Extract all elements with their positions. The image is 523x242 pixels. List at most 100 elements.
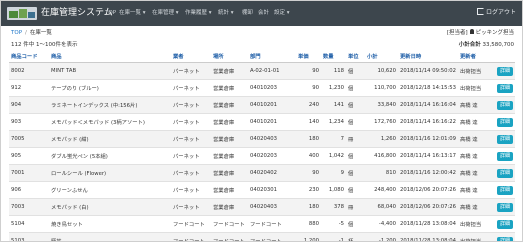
detail-button[interactable]: 詳細 (497, 66, 514, 76)
nav-stocktaking[interactable]: 棚卸 (242, 9, 253, 18)
cell-product: メモパッド＜メモパッド (3柄アソート) (49, 113, 171, 131)
app-title[interactable]: 在庫管理システム (41, 7, 113, 20)
cell-qty: 118 (321, 62, 346, 80)
nav-accounting[interactable]: 会計 (258, 9, 269, 18)
cell-place: 営業倉庫 (211, 62, 248, 80)
cell-dept: 04020403 (248, 198, 296, 216)
cell-vendor: パーネット (171, 96, 211, 114)
cell-price: 180 (296, 130, 321, 148)
cell-updated: 2018/11/14 16:16:22 (398, 113, 458, 131)
cell-product: 豚丼 (49, 232, 171, 241)
detail-button[interactable]: 詳細 (497, 185, 514, 195)
cell-code: 905 (9, 147, 49, 165)
col-header-unit[interactable]: 単位 (346, 50, 365, 63)
col-header-action (495, 50, 515, 63)
cell-updated: 2018/11/28 13:08:04 (398, 215, 458, 233)
cell-dept: 04020203 (248, 147, 296, 165)
detail-button[interactable]: 詳細 (497, 100, 514, 110)
detail-button[interactable]: 詳細 (497, 168, 514, 178)
cell-updated: 2018/11/28 13:08:04 (398, 232, 458, 241)
cell-qty: 1,080 (321, 181, 346, 199)
table-row: 7003 メモパッド (白) パーネット 営業倉庫 04020403 180 378 冊 68,… (9, 198, 515, 216)
cell-price: 90 (296, 62, 321, 80)
nav-top[interactable]: TOP (105, 9, 116, 18)
detail-button[interactable]: 詳細 (497, 202, 514, 212)
nav-inventory-management[interactable]: 在庫管理 ▾ (152, 9, 179, 18)
person-icon (469, 29, 474, 34)
cell-product: ロールシール (Flower) (49, 164, 171, 182)
table-row: 912 テープのり (ブルー) パーネット 営業倉庫 04010203 90 1,230 個 1… (9, 79, 515, 97)
cell-product: メモパッド (紺) (49, 130, 171, 148)
subtotal-label: 小計合計 (458, 42, 481, 48)
cell-place: 営業倉庫 (211, 96, 248, 114)
assignee-indicator: [担当者] ピッキング担当 (447, 29, 514, 37)
col-header-qty[interactable]: 数量 (321, 50, 346, 63)
detail-button[interactable]: 詳細 (497, 236, 514, 241)
cell-unit: 個 (346, 181, 365, 199)
cell-updater: 高橋 達 (458, 198, 495, 216)
detail-button[interactable]: 詳細 (497, 219, 514, 229)
cell-product: ダブル蛍光ペン (5本組) (49, 147, 171, 165)
cell-place: フードコート (211, 232, 248, 241)
breadcrumb-current: 在庫一覧 (29, 30, 52, 36)
detail-button[interactable]: 詳細 (497, 151, 514, 161)
assignee-name: ピッキング担当 (475, 30, 514, 36)
cell-updater: 出荷担当 (458, 62, 495, 80)
cell-dept: フードコート (248, 215, 296, 233)
cell-qty: 1,042 (321, 147, 346, 165)
table-row: 7001 ロールシール (Flower) パーネット 営業倉庫 04020402 90 9 個… (9, 164, 515, 182)
cell-updater: 出荷担当 (458, 215, 495, 233)
cell-unit: 冊 (346, 198, 365, 216)
cell-unit: 個 (346, 113, 365, 131)
col-header-vendor[interactable]: 業者 (171, 50, 211, 63)
cell-code: 904 (9, 96, 49, 114)
nav-inventory-list[interactable]: 在庫一覧 ▾ (119, 9, 146, 18)
cell-unit: 杯 (346, 232, 365, 241)
cell-price: 230 (296, 181, 321, 199)
col-header-price[interactable]: 単価 (296, 50, 321, 63)
cell-action: 詳細 (495, 96, 515, 114)
nav-work-history[interactable]: 作業履歴 ▾ (185, 9, 212, 18)
logout-button[interactable]: ログアウト (476, 7, 516, 18)
table-row: 905 ダブル蛍光ペン (5本組) パーネット 営業倉庫 04020203 400 1,04… (9, 147, 515, 165)
cell-vendor: フードコート (171, 232, 211, 241)
detail-button[interactable]: 詳細 (497, 134, 514, 144)
cell-vendor: パーネット (171, 79, 211, 97)
app-frame: 在庫管理システム TOP 在庫一覧 ▾ 在庫管理 ▾ 作業履歴 ▾ 統計 ▾ 棚… (0, 0, 523, 242)
cell-product: メモパッド (白) (49, 198, 171, 216)
cell-subtotal: 10,620 (365, 62, 398, 80)
nav-statistics[interactable]: 統計 ▾ (218, 9, 234, 18)
col-header-product[interactable]: 商品 (49, 50, 171, 63)
app-logo-icon[interactable] (7, 7, 37, 20)
cell-price: 90 (296, 164, 321, 182)
cell-unit: 個 (346, 164, 365, 182)
detail-button[interactable]: 詳細 (497, 83, 514, 93)
cell-vendor: パーネット (171, 147, 211, 165)
result-summary: 112 件中 1～100件を表示 (11, 42, 78, 48)
col-header-subtotal[interactable]: 小計 (365, 50, 398, 63)
cell-action: 詳細 (495, 130, 515, 148)
col-header-updated[interactable]: 更新日時 (398, 50, 458, 63)
cell-unit: 冊 (346, 130, 365, 148)
cell-product: ラミネートインデックス (中:156片) (49, 96, 171, 114)
table-row: 8002 MINT TAB パーネット 営業倉庫 A-02-01-01 90 118 個 10,… (9, 62, 515, 80)
logout-icon (476, 8, 484, 15)
breadcrumb-top-link[interactable]: TOP (11, 30, 22, 36)
detail-button[interactable]: 詳細 (497, 117, 514, 127)
cell-dept: 04020403 (248, 130, 296, 148)
table-header-row: 商品コード 商品 業者 場所 部門 単価 数量 単位 小計 更新日時 更新者 (9, 50, 515, 63)
cell-dept: 04020301 (248, 181, 296, 199)
cell-vendor: パーネット (171, 130, 211, 148)
cell-action: 詳細 (495, 113, 515, 131)
cell-price: 240 (296, 96, 321, 114)
cell-place: 営業倉庫 (211, 147, 248, 165)
cell-updated: 2018/11/14 16:16:04 (398, 96, 458, 114)
col-header-place[interactable]: 場所 (211, 50, 248, 63)
cell-qty: -1 (321, 232, 346, 241)
col-header-updater[interactable]: 更新者 (458, 50, 495, 63)
col-header-code[interactable]: 商品コード (9, 50, 49, 63)
cell-product: MINT TAB (49, 62, 171, 80)
assignee-prefix: [担当者] (446, 30, 468, 36)
nav-settings[interactable]: 設定 ▾ (274, 9, 290, 18)
col-header-dept[interactable]: 部門 (248, 50, 296, 63)
